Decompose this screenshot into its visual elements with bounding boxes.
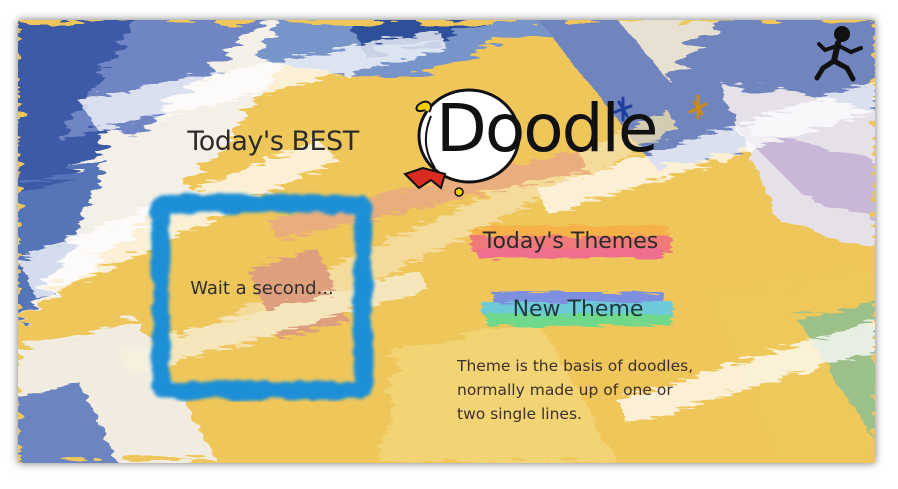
logo-text: Doodle — [436, 90, 658, 167]
todays-themes-button[interactable]: Today's Themes — [463, 218, 678, 266]
theme-description: Theme is the basis of doodles, normally … — [457, 354, 727, 426]
doodle-logo: Doodle — [401, 84, 711, 202]
running-man-icon — [814, 26, 863, 82]
best-doodle-frame: Wait a second... — [146, 190, 378, 402]
todays-themes-label: Today's Themes — [482, 229, 659, 254]
loading-text: Wait a second... — [190, 278, 334, 299]
game-screen: Today's BEST Wait a second... Doodle Tod… — [18, 20, 875, 463]
new-theme-label: New Theme — [512, 297, 644, 322]
exit-button[interactable] — [811, 24, 869, 84]
best-title: Today's BEST — [187, 126, 359, 157]
description-line: normally made up of one or — [457, 381, 673, 399]
description-line: Theme is the basis of doodles, — [457, 357, 694, 375]
new-theme-button[interactable]: New Theme — [473, 286, 683, 334]
description-line: two single lines. — [457, 405, 582, 423]
